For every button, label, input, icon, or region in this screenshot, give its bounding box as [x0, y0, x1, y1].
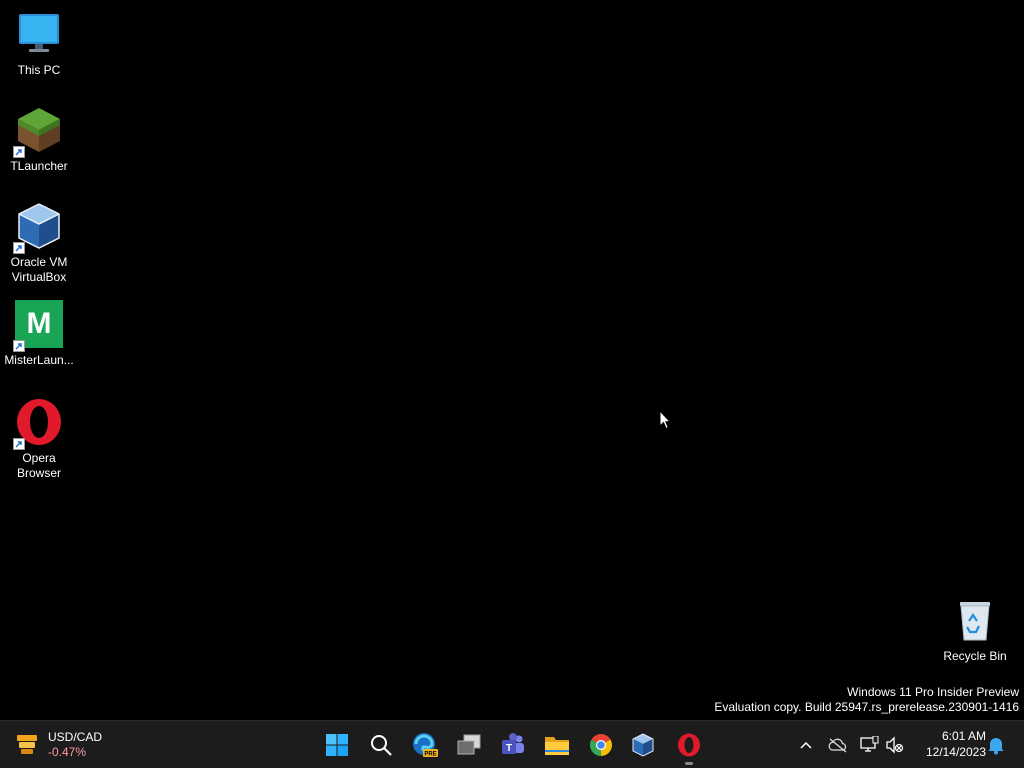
- onedrive-offline-icon: [828, 738, 847, 753]
- clock-time: 6:01 AM: [941, 729, 986, 743]
- weather-widget[interactable]: USD/CAD -0.47%: [14, 727, 102, 763]
- watermark-build: Evaluation copy. Build 25947.rs_prerelea…: [714, 700, 1019, 714]
- edge-preview-icon: PRE: [413, 733, 438, 758]
- opera-button[interactable]: [673, 729, 705, 765]
- desktop-icon-label: MisterLaun...: [4, 353, 74, 367]
- desktop-icon-opera[interactable]: Opera Browser: [0, 398, 78, 481]
- edge-preview-button[interactable]: PRE: [409, 729, 441, 761]
- desktop-icon-this-pc[interactable]: This PC: [0, 10, 78, 78]
- shortcut-arrow-icon: [13, 242, 25, 254]
- notifications-button[interactable]: [985, 733, 1007, 757]
- misterlauncher-icon: M: [13, 300, 63, 352]
- onedrive-button[interactable]: [827, 733, 849, 757]
- mouse-pointer-icon: [659, 409, 672, 435]
- opera-icon: [678, 733, 700, 757]
- desktop-icon-recycle-bin[interactable]: Recycle Bin: [936, 596, 1014, 664]
- watermark-edition: Windows 11 Pro Insider Preview: [847, 685, 1019, 699]
- network-button[interactable]: [858, 733, 880, 757]
- chevron-up-icon: [800, 741, 812, 749]
- desktop-icon-label: Recycle Bin: [943, 649, 1007, 663]
- shortcut-arrow-icon: [13, 438, 25, 450]
- file-explorer-button[interactable]: [541, 729, 573, 761]
- desktop-icon-label: Oracle VM VirtualBox: [10, 255, 68, 284]
- recycle-bin-icon: [951, 596, 999, 644]
- volume-muted-icon: [886, 736, 904, 754]
- virtualbox-cube-icon: [13, 202, 63, 254]
- virtualbox-icon: [632, 733, 654, 757]
- search-button[interactable]: [365, 729, 397, 761]
- widget-change: -0.47%: [48, 745, 87, 759]
- desktop-icon-label: This PC: [17, 63, 61, 77]
- shortcut-arrow-icon: [13, 340, 25, 352]
- clock-date: 12/14/2023: [925, 745, 986, 759]
- opera-icon: [13, 398, 63, 450]
- start-button[interactable]: [321, 729, 353, 761]
- bell-icon: [988, 738, 1004, 755]
- shortcut-arrow-icon: [13, 146, 25, 158]
- desktop: This PC TLauncher Oracle VM VirtualBox M…: [0, 0, 1024, 720]
- search-icon: [371, 735, 392, 756]
- misterlauncher-glyph: M: [26, 307, 52, 340]
- desktop-icon-label: Opera Browser: [16, 451, 61, 480]
- running-indicator: [685, 762, 693, 765]
- file-explorer-icon: [545, 737, 569, 755]
- desktop-icon-misterlauncher[interactable]: M MisterLaun...: [0, 300, 78, 368]
- teams-icon: T: [502, 733, 524, 754]
- task-view-button[interactable]: [453, 729, 485, 761]
- virtualbox-button[interactable]: [627, 729, 659, 761]
- monitor-icon: [15, 10, 63, 58]
- clock[interactable]: 6:01 AM 12/14/2023: [912, 728, 986, 760]
- chrome-icon: [590, 734, 612, 756]
- svg-text:T: T: [506, 743, 512, 754]
- windows-watermark: Windows 11 Pro Insider Preview Evaluatio…: [714, 685, 1019, 715]
- desktop-icon-virtualbox[interactable]: Oracle VM VirtualBox: [0, 202, 78, 285]
- widget-symbol: USD/CAD: [48, 730, 103, 744]
- show-hidden-icons-button[interactable]: [795, 733, 817, 757]
- chrome-button[interactable]: [585, 729, 617, 761]
- taskbar: USD/CAD -0.47% PRE T 6:01 AM 12/14/2023: [0, 720, 1024, 768]
- currency-widget-icon: [14, 730, 40, 761]
- edge-badge: PRE: [424, 752, 436, 758]
- task-view-icon: [457, 734, 481, 755]
- grass-block-icon: [13, 106, 63, 158]
- teams-button[interactable]: T: [497, 729, 529, 761]
- start-icon: [326, 734, 348, 756]
- desktop-icon-label: TLauncher: [10, 159, 68, 173]
- network-icon: [860, 736, 879, 752]
- desktop-icon-tlauncher[interactable]: TLauncher: [0, 106, 78, 174]
- volume-button[interactable]: [884, 733, 906, 757]
